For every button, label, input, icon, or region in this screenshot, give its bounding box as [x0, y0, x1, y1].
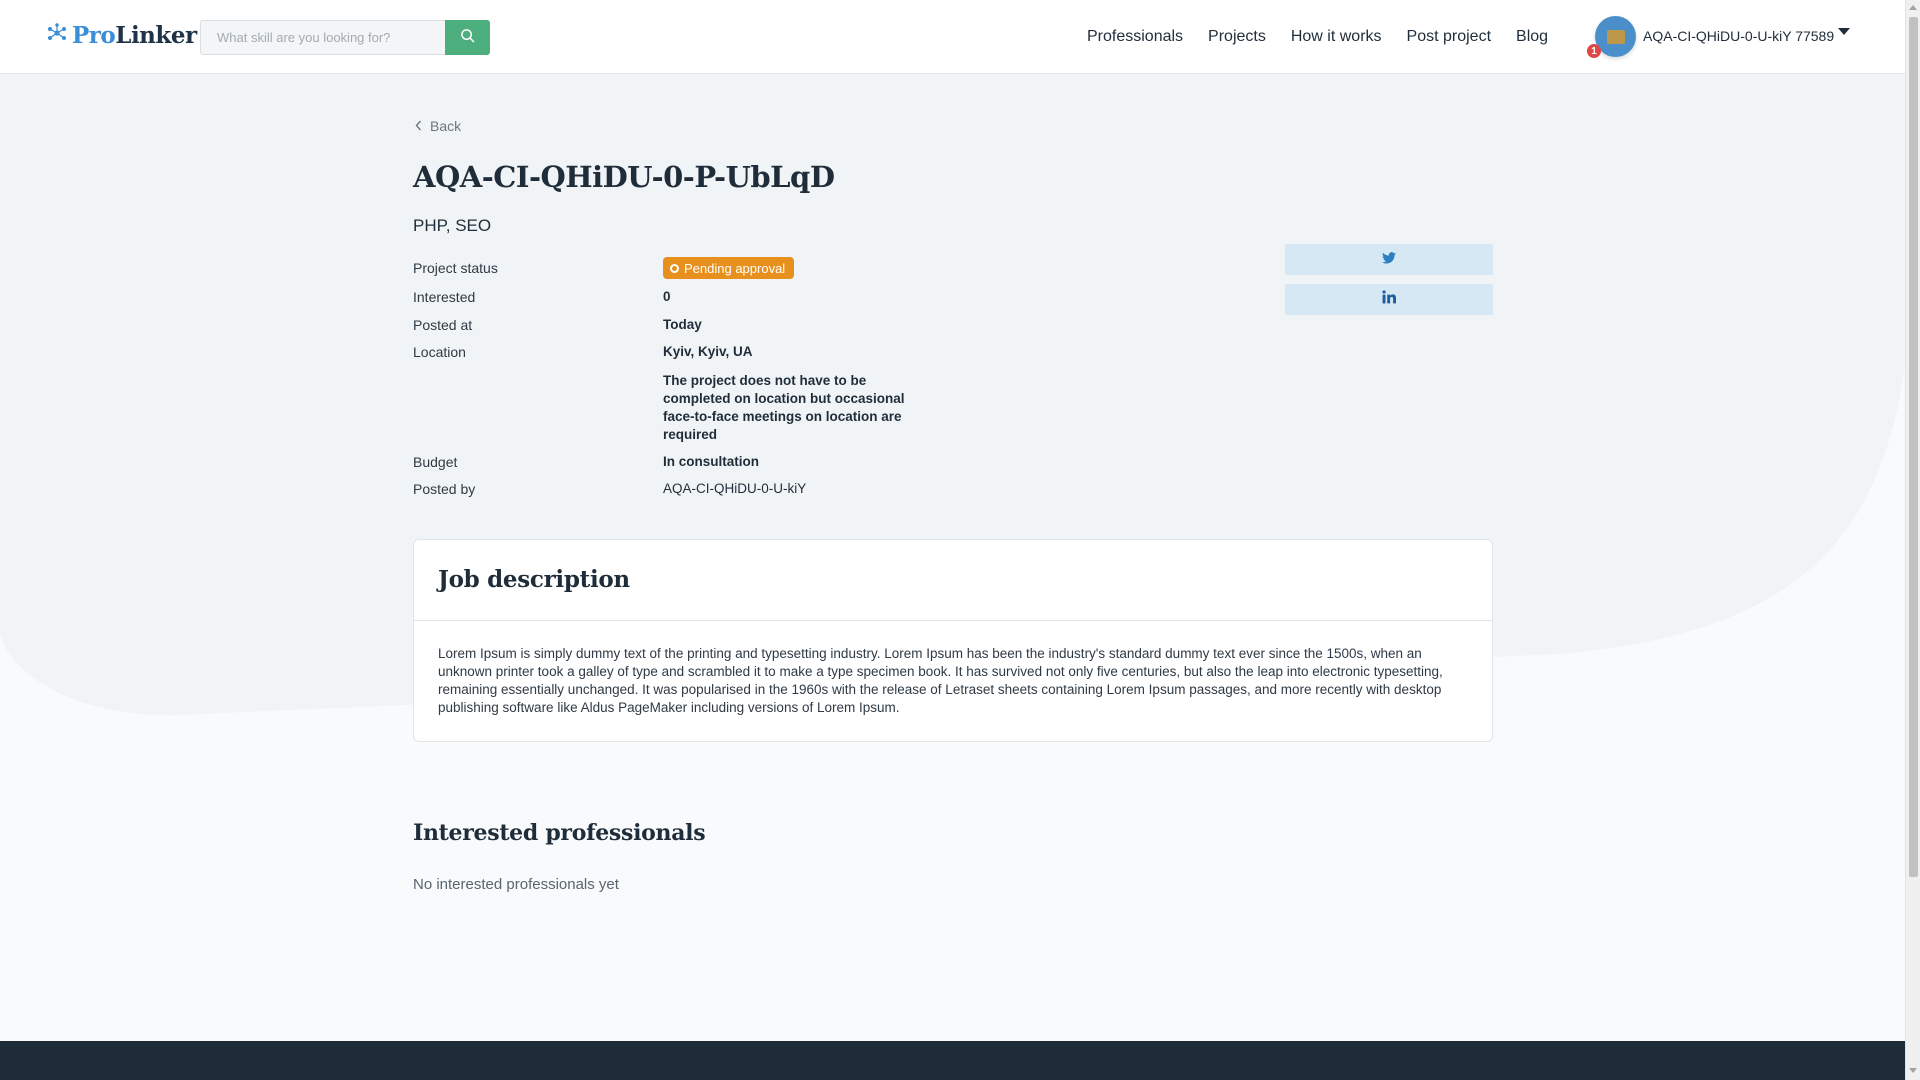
scroll-up-arrow[interactable] [1909, 5, 1917, 10]
scroll-down-arrow[interactable] [1909, 1068, 1917, 1073]
scrollbar[interactable] [1905, 0, 1920, 1080]
status-label: Project status [413, 260, 498, 276]
job-description-header: Job description [414, 540, 1492, 621]
linkedin-icon [1382, 290, 1396, 309]
scroll-thumb[interactable] [1909, 17, 1918, 877]
logo-text-linker: Linker [115, 22, 197, 49]
nav-how-it-works[interactable]: How it works [1291, 28, 1382, 46]
top-header: ProLinker Professionals Projects How it … [0, 0, 1905, 74]
footer [0, 1041, 1905, 1080]
share-linkedin-button[interactable] [1285, 284, 1493, 315]
interested-value: 0 [663, 289, 671, 304]
logo-text-pro: Pro [72, 22, 116, 49]
search-icon [460, 28, 475, 48]
notification-badge[interactable]: 1 [1587, 44, 1601, 58]
posted-by-value[interactable]: AQA-CI-QHiDU-0-U-kiY [663, 481, 806, 496]
search-button[interactable] [445, 20, 490, 55]
twitter-icon [1382, 251, 1396, 269]
posted-by-label: Posted by [413, 481, 476, 497]
location-note: The project does not have to be complete… [663, 373, 905, 442]
status-dot-icon [670, 263, 679, 273]
interested-label: Interested [413, 289, 476, 305]
posted-at-value: Today [663, 317, 702, 332]
back-link[interactable]: Back [415, 118, 461, 134]
search-input[interactable] [200, 20, 445, 55]
job-description-title: Job description [438, 566, 630, 593]
posted-at-label: Posted at [413, 317, 473, 333]
user-name[interactable]: AQA-CI-QHiDU-0-U-kiY 77589 [1643, 28, 1834, 44]
back-label: Back [430, 118, 462, 134]
project-skills: PHP, SEO [413, 216, 492, 235]
status-badge-text: Pending approval [684, 260, 786, 276]
nav-professionals[interactable]: Professionals [1087, 28, 1183, 46]
location-value: Kyiv, Kyiv, UA [663, 344, 753, 359]
location-label: Location [413, 344, 466, 360]
job-description-card: Job description Lorem Ipsum is simply du… [413, 539, 1493, 742]
main-nav: Professionals Projects How it works Post… [1087, 0, 1573, 74]
caret-down-icon[interactable] [1837, 24, 1851, 42]
interested-professionals-empty: No interested professionals yet [413, 876, 619, 893]
page-title: AQA-CI-QHiDU-0-P-UbLqD [413, 160, 835, 194]
nav-projects[interactable]: Projects [1208, 28, 1266, 46]
nav-post-project[interactable]: Post project [1407, 28, 1491, 46]
budget-label: Budget [413, 454, 458, 470]
share-twitter-button[interactable] [1285, 244, 1493, 275]
status-badge: Pending approval [663, 257, 795, 279]
budget-value: In consultation [663, 454, 759, 469]
logo[interactable]: ProLinker [46, 22, 197, 49]
job-description-text: Lorem Ipsum is simply dummy text of the … [438, 646, 1443, 715]
nav-blog[interactable]: Blog [1516, 28, 1548, 46]
avatar[interactable] [1595, 16, 1636, 57]
chevron-left-icon [415, 118, 422, 134]
avatar-image [1606, 29, 1625, 44]
interested-professionals-title: Interested professionals [413, 820, 706, 846]
logo-icon [46, 22, 68, 49]
